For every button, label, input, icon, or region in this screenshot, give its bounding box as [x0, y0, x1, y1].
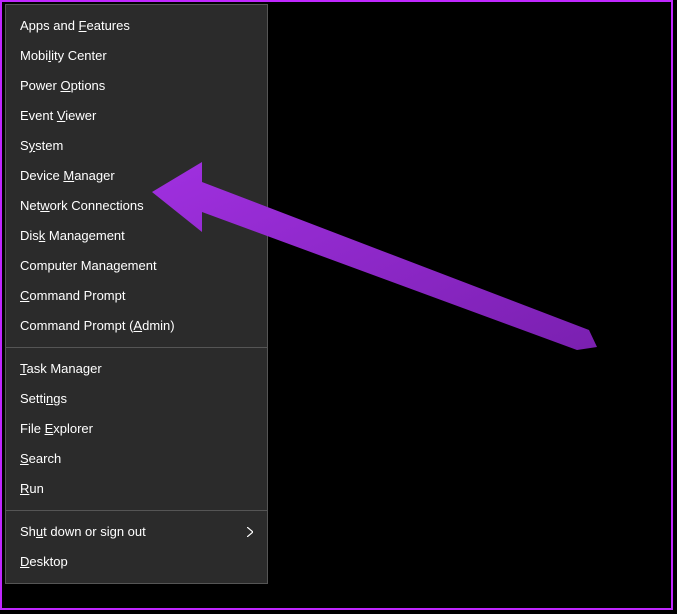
menu-separator: [6, 347, 267, 348]
menu-item-shut-down-or-sign-out[interactable]: Shut down or sign out: [6, 517, 267, 547]
menu-item-label: Settings: [20, 391, 67, 406]
menu-item-task-manager[interactable]: Task Manager: [6, 354, 267, 384]
menu-item-event-viewer[interactable]: Event Viewer: [6, 101, 267, 131]
menu-item-label: Disk Management: [20, 228, 125, 243]
menu-item-label: Search: [20, 451, 61, 466]
menu-item-label: Desktop: [20, 554, 68, 569]
menu-item-label: Computer Management: [20, 258, 157, 273]
menu-item-label: Shut down or sign out: [20, 524, 146, 539]
menu-item-settings[interactable]: Settings: [6, 384, 267, 414]
menu-item-mobility-center[interactable]: Mobility Center: [6, 41, 267, 71]
winx-context-menu[interactable]: Apps and Features Mobility Center Power Op…: [5, 4, 268, 584]
menu-item-label: Run: [20, 481, 44, 496]
menu-item-label: Network Connections: [20, 198, 144, 213]
menu-item-label: Command Prompt: [20, 288, 125, 303]
menu-item-search[interactable]: Search: [6, 444, 267, 474]
menu-item-apps-and-features[interactable]: Apps and Features: [6, 11, 267, 41]
menu-item-label: Event Viewer: [20, 108, 96, 123]
menu-item-device-manager[interactable]: Device Manager: [6, 161, 267, 191]
menu-item-file-explorer[interactable]: File Explorer: [6, 414, 267, 444]
screenshot-frame: Apps and Features Mobility Center Power Op…: [0, 0, 673, 610]
menu-item-label: Command Prompt (Admin): [20, 318, 175, 333]
menu-item-label: Power Options: [20, 78, 105, 93]
menu-item-power-options[interactable]: Power Options: [6, 71, 267, 101]
menu-item-run[interactable]: Run: [6, 474, 267, 504]
chevron-right-icon: [247, 527, 253, 537]
menu-item-label: Apps and Features: [20, 18, 130, 33]
menu-item-label: Device Manager: [20, 168, 115, 183]
menu-item-network-connections[interactable]: Network Connections: [6, 191, 267, 221]
menu-item-command-prompt[interactable]: Command Prompt: [6, 281, 267, 311]
menu-item-label: Mobility Center: [20, 48, 107, 63]
menu-item-desktop[interactable]: Desktop: [6, 547, 267, 577]
menu-separator: [6, 510, 267, 511]
menu-item-label: System: [20, 138, 63, 153]
menu-item-system[interactable]: System: [6, 131, 267, 161]
menu-item-label: File Explorer: [20, 421, 93, 436]
menu-item-command-prompt-admin[interactable]: Command Prompt (Admin): [6, 311, 267, 341]
menu-item-disk-management[interactable]: Disk Management: [6, 221, 267, 251]
menu-item-label: Task Manager: [20, 361, 102, 376]
menu-item-computer-management[interactable]: Computer Management: [6, 251, 267, 281]
